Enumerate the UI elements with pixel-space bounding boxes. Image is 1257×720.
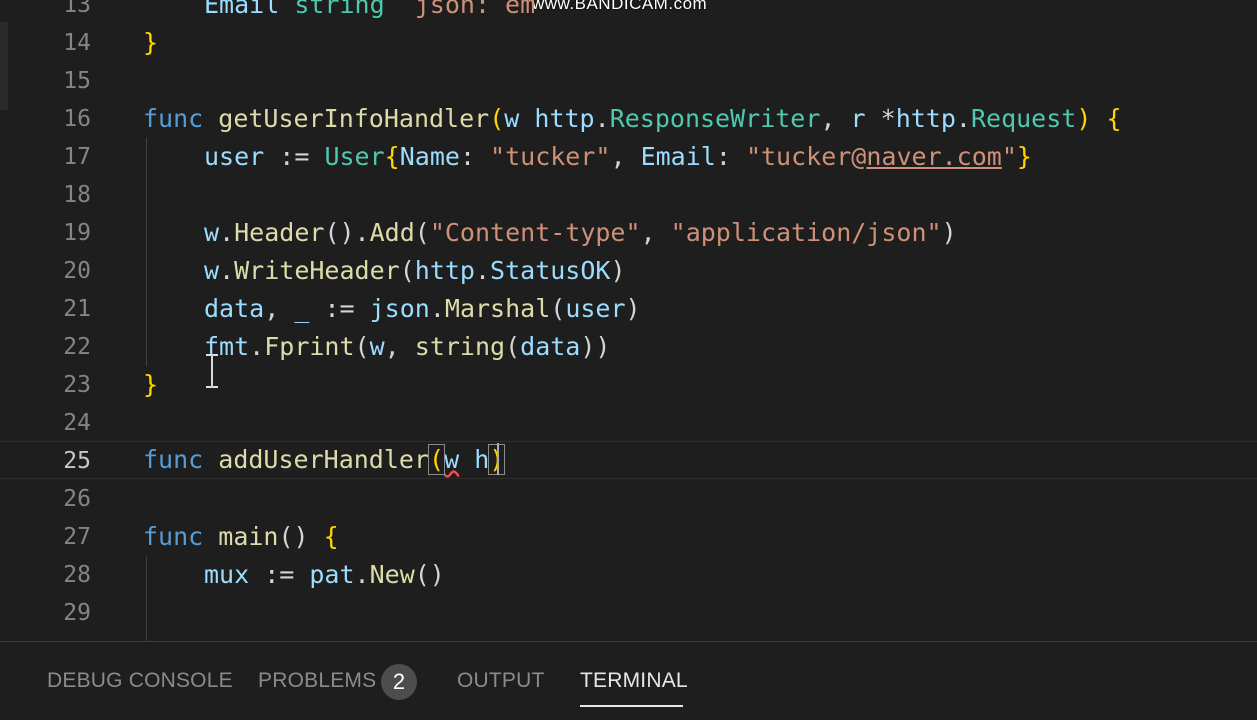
code-line[interactable]: 15: [0, 62, 1257, 100]
code-text: data, _ := json.Marshal(user): [204, 294, 641, 323]
line-number: 25: [63, 448, 91, 474]
code-text: func addUserHandler(w h): [143, 441, 506, 479]
code-text: mux := pat.New(): [204, 560, 445, 589]
line-number: 13: [63, 0, 91, 18]
line-number: 29: [63, 600, 91, 626]
code-text: user := User{Name: "tucker", Email: "tuc…: [204, 142, 1032, 171]
line-number: 19: [63, 220, 91, 246]
code-text: func main() {: [143, 522, 339, 551]
code-line[interactable]: 26: [0, 480, 1257, 518]
line-number: 16: [63, 106, 91, 132]
code-line[interactable]: 18: [0, 176, 1257, 214]
code-line[interactable]: 23 }: [0, 366, 1257, 404]
line-number: 15: [63, 68, 91, 94]
code-line[interactable]: 14 }: [0, 24, 1257, 62]
code-line-current[interactable]: 25 func addUserHandler(w h): [0, 441, 1257, 479]
code-line[interactable]: 27 func main() {: [0, 518, 1257, 556]
line-number: 24: [63, 410, 91, 436]
line-number: 18: [63, 182, 91, 208]
line-number: 27: [63, 524, 91, 550]
code-line[interactable]: 17 user := User{Name: "tucker", Email: "…: [0, 138, 1257, 176]
code-line[interactable]: 24: [0, 404, 1257, 442]
code-editor[interactable]: www.BANDICAM.com 13 Email string `json: …: [0, 0, 1257, 641]
tab-terminal[interactable]: TERMINAL: [580, 642, 688, 707]
line-number: 17: [63, 144, 91, 170]
code-line[interactable]: 20 w.WriteHeader(http.StatusOK): [0, 252, 1257, 290]
line-number: 26: [63, 486, 91, 512]
code-line[interactable]: 19 w.Header().Add("Content-type", "appli…: [0, 214, 1257, 252]
tab-problems[interactable]: PROBLEMS: [258, 642, 376, 707]
code-line[interactable]: 21 data, _ := json.Marshal(user): [0, 290, 1257, 328]
tab-output[interactable]: OUTPUT: [457, 642, 545, 707]
code-line[interactable]: 13 Email string `json: em: [0, 0, 1257, 24]
line-number: 28: [63, 562, 91, 588]
text-caret: [497, 443, 499, 475]
code-text: func getUserInfoHandler(w http.ResponseW…: [143, 104, 1122, 133]
code-line[interactable]: 28 mux := pat.New(): [0, 556, 1257, 594]
code-text: w.WriteHeader(http.StatusOK): [204, 256, 626, 285]
tab-debug-console[interactable]: DEBUG CONSOLE: [47, 642, 233, 707]
code-text: Email string `json: em: [204, 0, 536, 19]
line-number: 22: [63, 334, 91, 360]
ibeam-cursor-icon: [206, 354, 218, 388]
code-line[interactable]: 16 func getUserInfoHandler(w http.Respon…: [0, 100, 1257, 138]
problems-count-badge: 2: [381, 664, 417, 700]
line-number: 23: [63, 372, 91, 398]
line-number: 21: [63, 296, 91, 322]
code-text: }: [143, 370, 159, 399]
code-line[interactable]: 29: [0, 594, 1257, 632]
code-line[interactable]: 22 fmt.Fprint(w, string(data)): [0, 328, 1257, 366]
bottom-panel: DEBUG CONSOLE PROBLEMS 2 OUTPUT TERMINAL: [0, 641, 1257, 707]
code-text: w.Header().Add("Content-type", "applicat…: [204, 218, 957, 247]
line-number: 14: [63, 30, 91, 56]
line-number: 20: [63, 258, 91, 284]
code-text: }: [143, 28, 159, 57]
